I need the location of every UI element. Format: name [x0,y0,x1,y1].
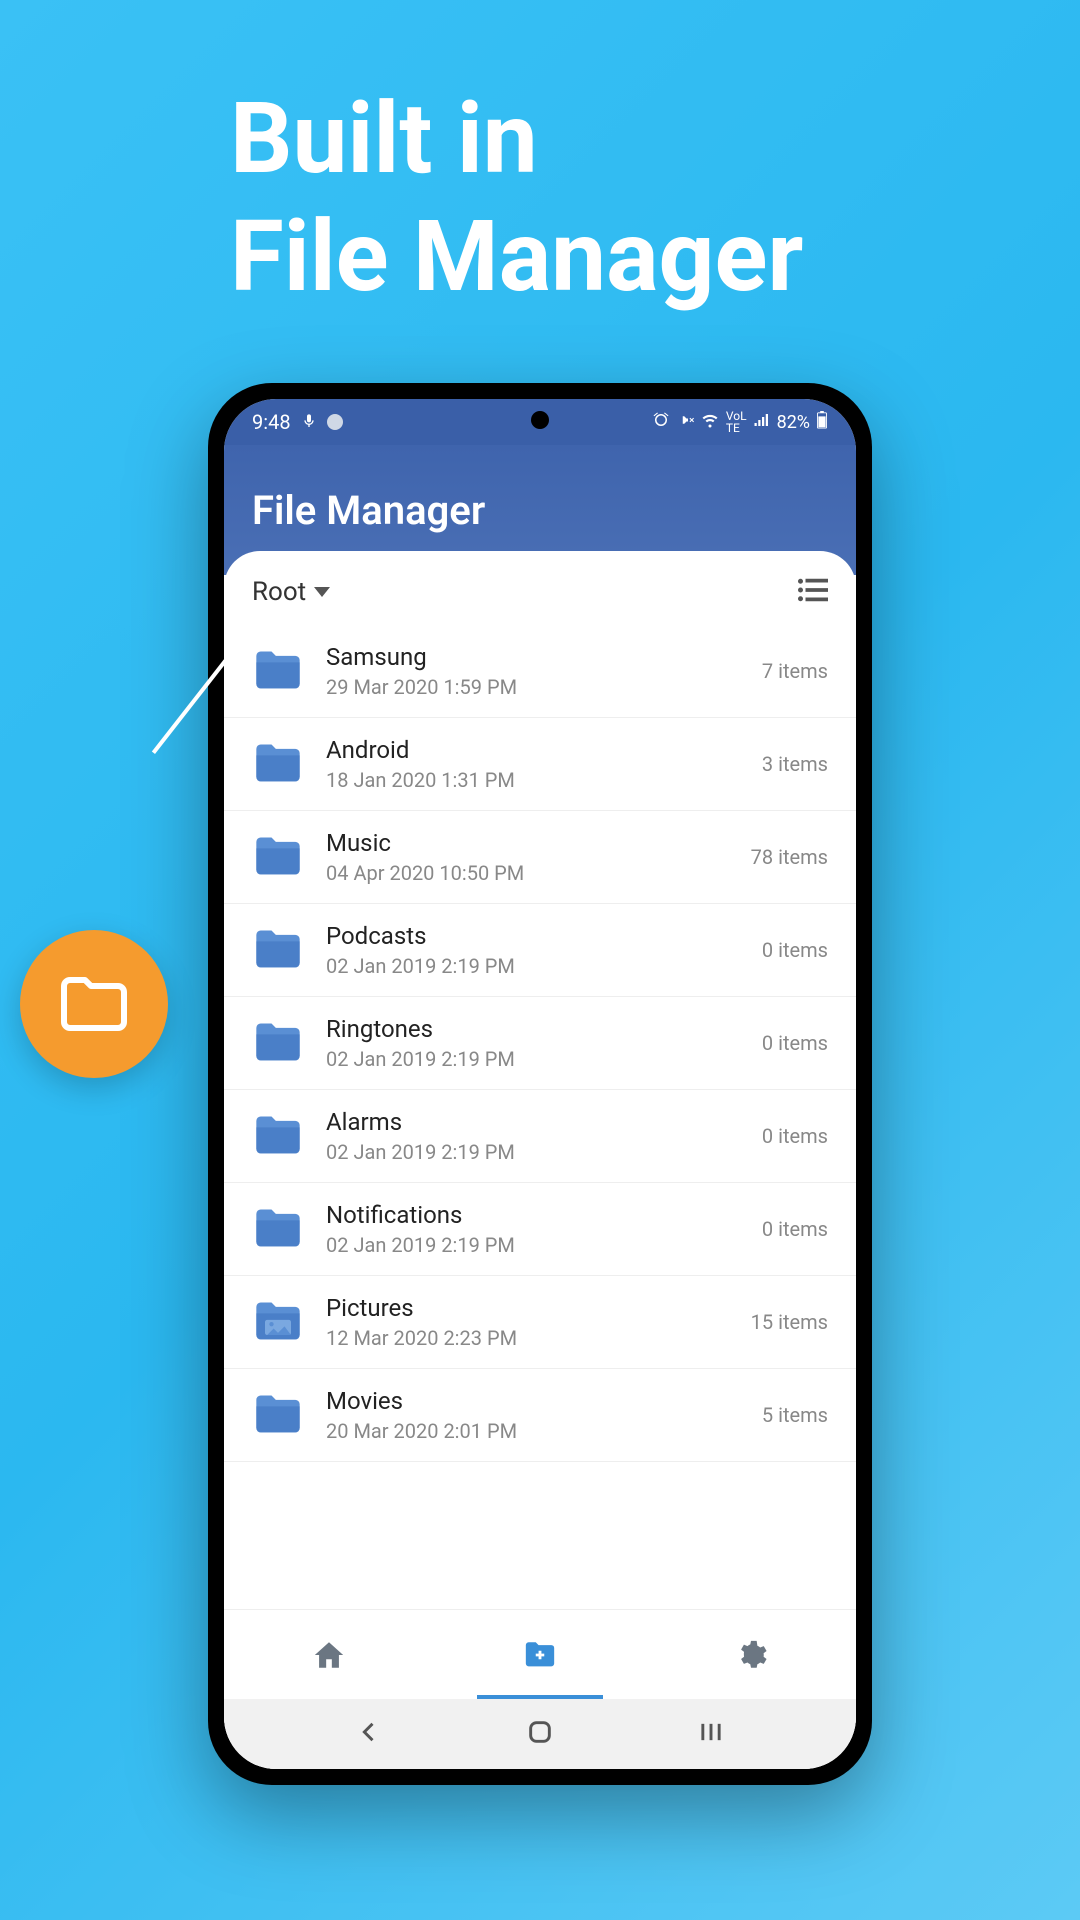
folder-count: 0 items [762,1217,828,1241]
folder-item[interactable]: Pictures 12 Mar 2020 2:23 PM 15 items [224,1276,856,1369]
folder-date: 29 Mar 2020 1:59 PM [326,675,740,699]
folder-count: 5 items [762,1403,828,1427]
recents-icon [697,1718,725,1746]
folder-date: 02 Jan 2019 2:19 PM [326,1233,740,1257]
app-title: File Manager [252,487,485,534]
folder-icon [252,1021,304,1065]
folder-icon [252,1114,304,1158]
hero-line1: Built in [230,80,803,198]
gear-icon [734,1638,768,1672]
folder-name: Android [326,736,740,764]
folder-plus-icon [523,1640,557,1670]
folder-date: 04 Apr 2020 10:50 PM [326,861,729,885]
folder-item[interactable]: Ringtones 02 Jan 2019 2:19 PM 0 items [224,997,856,1090]
folder-info: Android 18 Jan 2020 1:31 PM [326,736,740,792]
folder-count: 0 items [762,1124,828,1148]
folder-list[interactable]: Samsung 29 Mar 2020 1:59 PM 7 items Android… [224,625,856,1613]
status-battery: 82% [777,412,810,433]
folder-info: Podcasts 02 Jan 2019 2:19 PM [326,922,740,978]
folder-date: 20 Mar 2020 2:01 PM [326,1419,740,1443]
folder-icon [252,928,304,972]
folder-info: Samsung 29 Mar 2020 1:59 PM [326,643,740,699]
folder-date: 18 Jan 2020 1:31 PM [326,768,740,792]
volte-icon: VoLTE [726,410,747,434]
folder-info: Notifications 02 Jan 2019 2:19 PM [326,1201,740,1257]
nav-home[interactable] [224,1610,435,1699]
hero-line2: File Manager [230,198,803,316]
folder-item[interactable]: Music 04 Apr 2020 10:50 PM 78 items [224,811,856,904]
folder-count: 15 items [751,1310,828,1334]
phone-frame: 9:48 VoLTE 82% [208,383,872,1785]
folder-icon [252,835,304,879]
android-recents-button[interactable] [697,1718,725,1750]
folder-item[interactable]: Alarms 02 Jan 2019 2:19 PM 0 items [224,1090,856,1183]
folder-count: 7 items [762,659,828,683]
folder-item[interactable]: Movies 20 Mar 2020 2:01 PM 5 items [224,1369,856,1462]
view-toggle-button[interactable] [798,578,828,606]
android-nav-bar [224,1699,856,1769]
signal-icon [753,411,771,434]
folder-date: 02 Jan 2019 2:19 PM [326,1140,740,1164]
mute-icon [676,411,694,434]
alarm-icon [652,411,670,434]
status-time: 9:48 [252,410,291,434]
back-icon [355,1718,383,1746]
folder-info: Pictures 12 Mar 2020 2:23 PM [326,1294,729,1350]
callout-folder-badge [20,930,168,1078]
folder-count: 78 items [751,845,828,869]
list-view-icon [798,578,828,602]
folder-name: Pictures [326,1294,729,1322]
bottom-nav [224,1609,856,1699]
folder-name: Notifications [326,1201,740,1229]
folder-date: 02 Jan 2019 2:19 PM [326,1047,740,1071]
folder-info: Alarms 02 Jan 2019 2:19 PM [326,1108,740,1164]
folder-item[interactable]: Notifications 02 Jan 2019 2:19 PM 0 items [224,1183,856,1276]
folder-icon [252,1300,304,1344]
folder-count: 0 items [762,938,828,962]
folder-name: Samsung [326,643,740,671]
folder-item[interactable]: Android 18 Jan 2020 1:31 PM 3 items [224,718,856,811]
content-card: Root Samsung 29 Mar 2020 1:59 PM 7 items An… [224,551,856,1769]
folder-icon [252,1207,304,1251]
home-square-icon [526,1718,554,1746]
folder-name: Podcasts [326,922,740,950]
wifi-icon [700,411,720,434]
folder-name: Ringtones [326,1015,740,1043]
folder-info: Music 04 Apr 2020 10:50 PM [326,829,729,885]
folder-info: Ringtones 02 Jan 2019 2:19 PM [326,1015,740,1071]
notification-dot-icon [327,414,343,430]
battery-icon [816,411,828,434]
folder-outline-icon [58,974,130,1034]
folder-icon [252,742,304,786]
folder-name: Alarms [326,1108,740,1136]
folder-name: Movies [326,1387,740,1415]
breadcrumb-label: Root [252,577,306,607]
chevron-down-icon [314,587,330,597]
phone-screen: 9:48 VoLTE 82% [224,399,856,1769]
android-home-button[interactable] [526,1718,554,1750]
breadcrumb-dropdown[interactable]: Root [252,577,330,607]
folder-item[interactable]: Podcasts 02 Jan 2019 2:19 PM 0 items [224,904,856,997]
folder-name: Music [326,829,729,857]
folder-item[interactable]: Samsung 29 Mar 2020 1:59 PM 7 items [224,625,856,718]
home-icon [312,1638,346,1672]
folder-count: 3 items [762,752,828,776]
nav-settings[interactable] [645,1610,856,1699]
camera-notch [531,411,549,429]
nav-files[interactable] [435,1610,646,1699]
mic-icon [301,410,317,434]
hero-title: Built in File Manager [230,80,803,315]
folder-icon [252,649,304,693]
folder-count: 0 items [762,1031,828,1055]
android-back-button[interactable] [355,1718,383,1750]
folder-info: Movies 20 Mar 2020 2:01 PM [326,1387,740,1443]
folder-icon [252,1393,304,1437]
folder-date: 12 Mar 2020 2:23 PM [326,1326,729,1350]
folder-date: 02 Jan 2019 2:19 PM [326,954,740,978]
